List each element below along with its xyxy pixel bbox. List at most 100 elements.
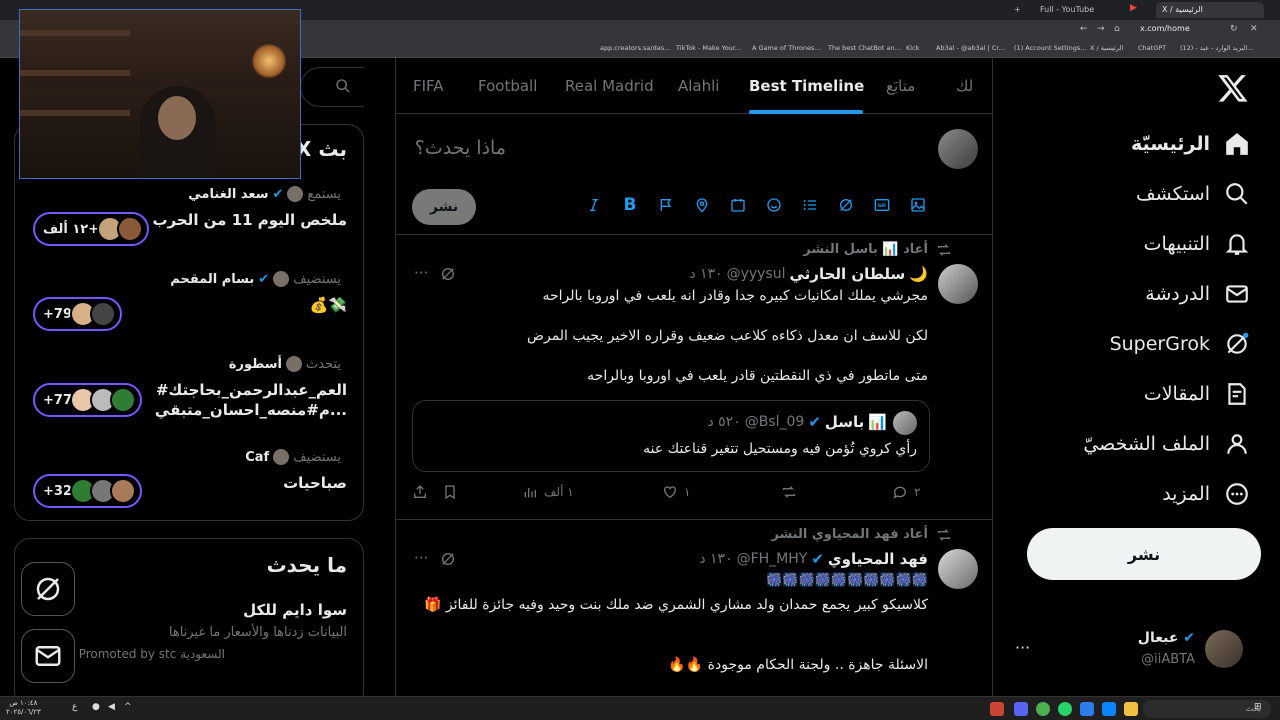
bookmark-item[interactable]: (12) - البريد الوارد - عبد... [1180,44,1253,52]
mic-icon[interactable]: ● [92,702,100,712]
app-icon[interactable] [1102,702,1116,716]
tab-fifa[interactable]: FIFA [413,58,444,114]
bookmark-item[interactable]: A Game of Thrones... [752,44,821,52]
home-browser-icon[interactable]: ⌂ [1114,24,1120,34]
tweet[interactable]: أعاد 📊 باسل النشر 🌙 سلطان الحارثي @yyysu… [396,236,992,520]
bookmark-item[interactable]: The best ChatBot an... [828,44,901,52]
views-button[interactable]: ١ ألف [522,484,574,500]
reply-button[interactable]: ٢ [892,484,920,500]
taskbar-search[interactable]: بحث [1143,700,1271,718]
avatar[interactable] [938,264,978,304]
volume-icon[interactable]: ◀ [108,702,115,712]
nav-supergrok[interactable]: SuperGrok [1110,324,1250,364]
account-switcher[interactable]: عبعال ✔ @iiABTA ··· [1015,628,1255,673]
nav-notifications[interactable]: التنبيهات [1144,224,1250,264]
grok-floating-button[interactable] [21,562,75,616]
close-page-icon[interactable]: ✕ [1250,24,1258,34]
timestamp[interactable]: ١٣٠ د [699,551,732,567]
space-topic-line-2[interactable]: ...م#منصه_احسان_متبقي [155,401,347,419]
chevron-up-icon[interactable]: ^ [124,702,132,712]
tab-youtube[interactable]: Full - YouTube [1034,2,1142,18]
forward-icon[interactable]: → [1097,24,1105,34]
emoji-icon[interactable] [764,195,784,215]
windows-start-icon[interactable]: ⊞ [1254,702,1262,712]
file-explorer-icon[interactable] [1124,702,1138,716]
trend-title[interactable]: سوا دايم للكل [243,601,347,619]
bookmark-item[interactable]: Kick [906,44,919,52]
new-tab-button[interactable]: + [1008,2,1027,18]
retweet-context[interactable]: أعاد فهد المحياوي النشر [771,527,928,542]
author-name[interactable]: سلطان الحارثي [790,265,906,283]
tab-for-you[interactable]: لك [956,58,973,114]
bookmark-icon[interactable] [442,484,458,500]
bookmark-item[interactable]: Ab3al - @ab3al | Cr... [936,44,1005,52]
space-topic[interactable]: العم_عبدالرحمن_بحاجتك# [156,381,347,399]
nav-messages[interactable]: الدردشة [1145,274,1250,314]
retweet-context[interactable]: أعاد 📊 باسل النشر [803,242,928,257]
retweet-button[interactable] [780,484,804,500]
author-handle[interactable]: @yyysul [727,266,786,282]
flag-icon[interactable] [656,195,676,215]
nav-profile[interactable]: الملف الشخصيّ [1083,424,1250,464]
image-icon[interactable] [908,195,928,215]
poll-icon[interactable] [800,195,820,215]
tab-real-madrid[interactable]: Real Madrid [565,58,654,114]
space-listeners-pill[interactable]: +32 [33,474,142,508]
app-icon[interactable] [990,702,1004,716]
back-icon[interactable]: ← [1080,24,1088,34]
post-button[interactable]: نشر [1027,528,1261,580]
author-name[interactable]: فهد المحياوي [828,550,928,568]
chrome-icon[interactable] [1036,702,1050,716]
compose-input[interactable]: ماذا يحدث؟ [415,137,506,159]
space-listeners-pill[interactable]: ١٢ ألف+ [33,212,150,246]
tab-following[interactable]: متابَع [886,58,915,114]
like-button[interactable]: ١ [662,484,690,500]
tab-x-home[interactable]: X / الرئيسية [1156,2,1264,18]
grok-icon[interactable] [440,266,458,284]
gif-icon[interactable]: GIF [872,195,892,215]
author-handle[interactable]: @FH_MHY [737,551,808,567]
more-horizontal-icon[interactable]: ··· [414,264,428,282]
space-listeners-pill[interactable]: +79 [33,297,122,331]
reload-icon[interactable]: ↻ [1230,24,1238,34]
messages-floating-button[interactable] [21,629,75,683]
bookmark-item[interactable]: ChatGPT [1138,44,1166,52]
app-icon[interactable] [1080,702,1094,716]
url-text[interactable]: x.com/home [1140,24,1190,33]
bold-icon[interactable]: B [620,195,640,215]
discord-icon[interactable] [1014,702,1028,716]
italic-icon[interactable] [584,195,604,215]
nav-home[interactable]: الرئيسيّة [1131,124,1250,164]
bookmark-item[interactable]: app.creators.sa/das... [600,44,670,52]
bookmark-item[interactable]: (1) Account Settings... [1014,44,1086,52]
whatsapp-icon[interactable] [1058,702,1072,716]
clock[interactable]: ١٠:٤٨ ص ٢٠٢٥/٠٦/٢٣ [6,699,41,717]
nav-articles[interactable]: المقالات [1144,374,1250,414]
schedule-icon[interactable] [728,195,748,215]
tab-best-timeline[interactable]: Best Timeline [749,58,864,114]
search-input[interactable] [300,67,364,107]
x-logo-icon[interactable] [1217,72,1249,104]
nav-explore[interactable]: استكشف [1136,174,1250,214]
more-horizontal-icon[interactable]: ··· [414,549,428,567]
grok-icon[interactable] [440,551,458,569]
avatar[interactable] [938,549,978,589]
language-indicator[interactable]: ع [72,702,77,712]
more-horizontal-icon[interactable]: ··· [1015,638,1030,657]
tab-football[interactable]: Football [478,58,537,114]
space-listeners-pill[interactable]: +77 [33,383,142,417]
grok-icon[interactable] [836,195,856,215]
bookmark-item[interactable]: X / الرئيسية [1090,44,1123,52]
timestamp[interactable]: ١٣٠ د [689,266,722,282]
space-topic[interactable]: 💸💰 [310,296,347,314]
tweet[interactable]: أعاد فهد المحياوي النشر فهد المحياوي ✔ @… [396,521,992,696]
nav-more[interactable]: المزيد [1162,474,1250,514]
location-icon[interactable] [692,195,712,215]
tab-alahli[interactable]: Alahli [678,58,719,114]
space-topic[interactable]: ملخص اليوم 11 من الحرب [152,211,347,229]
compose-post-button[interactable]: نشر [412,189,476,225]
share-icon[interactable] [412,484,428,500]
bookmark-item[interactable]: TikTok - Make Your... [676,44,741,52]
space-topic[interactable]: صباحيات [283,474,347,492]
quoted-tweet[interactable]: 📊 باسل ✔ @Bsl_09 ٥٢٠ د رأي كروي تُؤمن في… [412,400,930,472]
